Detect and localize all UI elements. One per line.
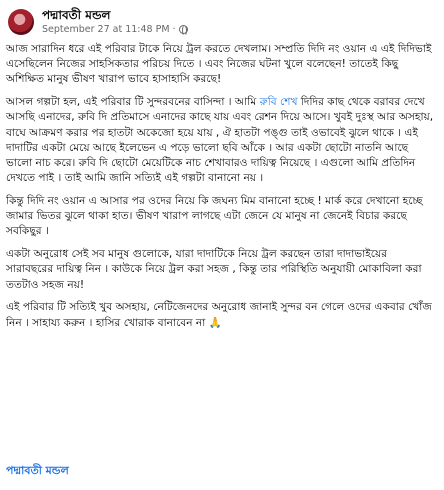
post-paragraph-4: একটা অনুরোধ সেই সব মানুষ গুলোকে, যারা দা… (6, 248, 422, 291)
post-paragraph-5: এই পরিবার টি সত্যিই খুব অসহায়, নেটিজেনদ… (6, 301, 432, 329)
paragraph-2-after: দিদির কাছ থেকে বরাবর দেখে আসছি এনাদের, র… (6, 96, 434, 185)
paragraph-2-before: আসল গল্পটা হল, এই পরিবার টি সুন্দরবনের ব… (6, 96, 260, 109)
separator-dot: · (172, 24, 176, 35)
post-meta: পদ্মাবতী মন্ডল September 27 at 11:48 PM … (42, 8, 188, 36)
post-paragraph-2: আসল গল্পটা হল, এই পরিবার টি সুন্দরবনের ব… (6, 95, 436, 186)
post-time-row: September 27 at 11:48 PM · (42, 23, 188, 36)
tagged-person-link[interactable]: রুবি শেখ (260, 96, 298, 108)
post-body: আজ সারাদিন ধরে এই পরিবার টাকে নিয়ে ট্রল… (6, 42, 436, 338)
facebook-post: পদ্মাবতী মন্ডল September 27 at 11:48 PM … (0, 0, 444, 490)
post-paragraph-1: আজ সারাদিন ধরে এই পরিবার টাকে নিয়ে ট্রল… (6, 43, 432, 86)
signature-link[interactable]: পদ্মাবতী মন্ডল (6, 462, 69, 481)
globe-icon[interactable] (178, 25, 188, 36)
post-header: পদ্মাবতী মন্ডল September 27 at 11:48 PM … (8, 6, 188, 38)
author-name[interactable]: পদ্মাবতী মন্ডল (42, 8, 188, 23)
timestamp[interactable]: September 27 at 11:48 PM (42, 23, 170, 36)
avatar[interactable] (8, 9, 34, 35)
post-paragraph-3: কিন্তু দিদি নং ওয়ান এ আসার পর ওদের নিয়… (6, 195, 423, 238)
